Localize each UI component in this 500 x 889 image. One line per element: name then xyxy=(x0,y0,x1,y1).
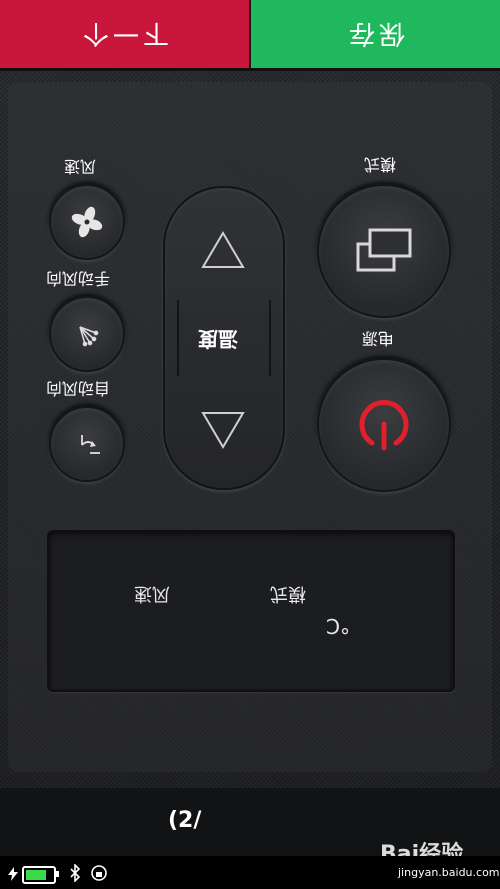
battery-icon xyxy=(22,866,56,884)
status-display xyxy=(47,530,455,692)
manual-direction-button[interactable] xyxy=(49,296,125,372)
display-temperature-unit: °C xyxy=(326,614,350,638)
triangle-up-icon xyxy=(201,412,245,449)
charging-icon xyxy=(8,867,18,881)
next-button-label: 下一个 xyxy=(79,17,170,48)
manual-direction-label: 手动风向 xyxy=(46,269,111,288)
swing-arrow-icon xyxy=(81,435,100,454)
auto-direction-button[interactable] xyxy=(49,406,125,482)
bluetooth-icon xyxy=(70,864,80,882)
power-label: 电源 xyxy=(362,329,395,348)
temperature-label: 温度 xyxy=(198,327,238,351)
next-button[interactable]: 下一个 xyxy=(0,0,251,70)
divider xyxy=(0,68,500,71)
display-mode: 模式 xyxy=(270,583,306,604)
fan-icon xyxy=(71,206,103,238)
triangle-down-icon xyxy=(201,231,245,268)
status-bar: jingyan.baidu.com xyxy=(0,856,500,889)
rotation-lock-icon xyxy=(91,865,107,881)
temperature-down-button[interactable] xyxy=(198,228,248,272)
mode-button[interactable] xyxy=(317,184,451,318)
direction-arrows-icon xyxy=(79,326,99,347)
save-button-label: 保存 xyxy=(345,17,406,48)
temperature-up-button[interactable] xyxy=(198,408,248,452)
power-button[interactable] xyxy=(317,358,451,492)
display-fan-speed: 风速 xyxy=(134,583,170,604)
mode-label: 模式 xyxy=(364,155,397,174)
mode-windows-icon xyxy=(356,228,412,272)
top-action-bar: 下一个 保存 xyxy=(0,0,500,70)
save-button[interactable]: 保存 xyxy=(251,0,500,70)
watermark-url: jingyan.baidu.com xyxy=(398,866,500,879)
remote-screen: 下一个 保存 风速 手动风向 自动风向 温度 模式 电源 风速 模式 °C (2… xyxy=(0,0,500,889)
fan-speed-button[interactable] xyxy=(49,184,125,260)
page-indicator: (2/ xyxy=(168,808,202,833)
fan-speed-label: 风速 xyxy=(64,157,97,176)
power-icon xyxy=(359,400,409,451)
auto-direction-label: 自动风向 xyxy=(46,379,111,398)
